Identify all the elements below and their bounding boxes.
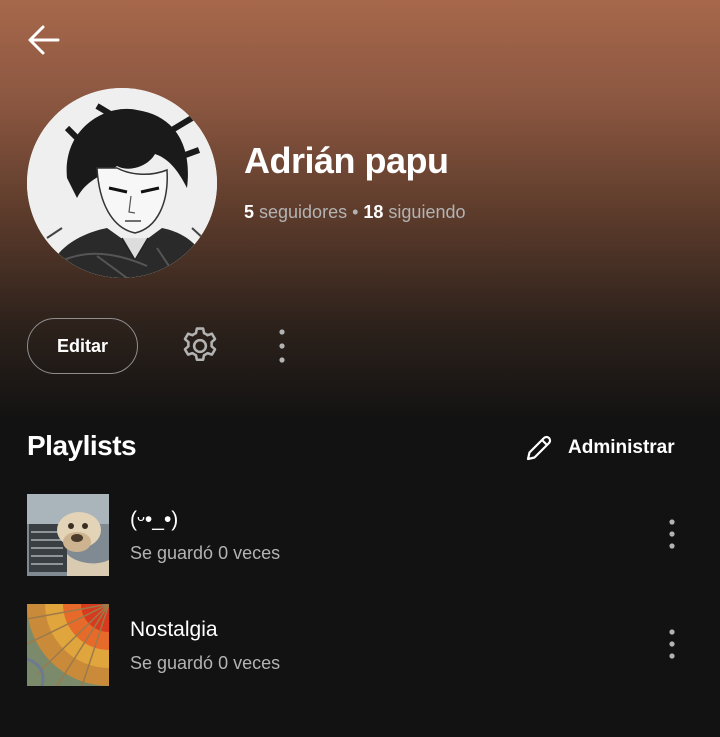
playlist-title: Nostalgia [130,618,218,641]
playlist-more-button[interactable] [652,512,692,556]
following-label: siguiendo [383,202,466,222]
settings-button[interactable] [176,322,224,370]
more-vertical-icon [279,329,285,363]
followers-count: 5 [244,202,255,222]
playlist-cover [27,494,109,576]
follow-stats[interactable]: 5 seguidores • 18 siguiendo [244,202,466,223]
playlist-title: (ᵕ•_•) [130,508,179,531]
playlist-subtitle: Se guardó 0 veces [130,543,281,563]
edit-profile-button[interactable]: Editar [27,318,138,374]
more-vertical-icon [669,519,675,549]
avatar [27,88,217,278]
playlist-cover [27,604,109,686]
more-vertical-icon [669,629,675,659]
gear-icon [183,327,217,362]
following-count: 18 [363,202,384,222]
playlists-section-title: Playlists [27,430,137,461]
profile-name: Adrián papu [244,140,449,181]
followers-label: seguidores • [254,202,364,222]
manage-playlists-button[interactable]: Administrar [524,430,675,466]
pencil-icon [526,435,552,461]
back-button[interactable] [22,18,66,62]
playlist-item[interactable]: Nostalgia Se guardó 0 veces [0,604,720,688]
more-options-button[interactable] [262,322,302,370]
arrow-left-icon [28,25,60,55]
playlist-more-button[interactable] [652,622,692,666]
playlist-subtitle: Se guardó 0 veces [130,653,281,673]
manage-label: Administrar [568,437,675,458]
playlist-item[interactable]: (ᵕ•_•) Se guardó 0 veces [0,494,720,578]
